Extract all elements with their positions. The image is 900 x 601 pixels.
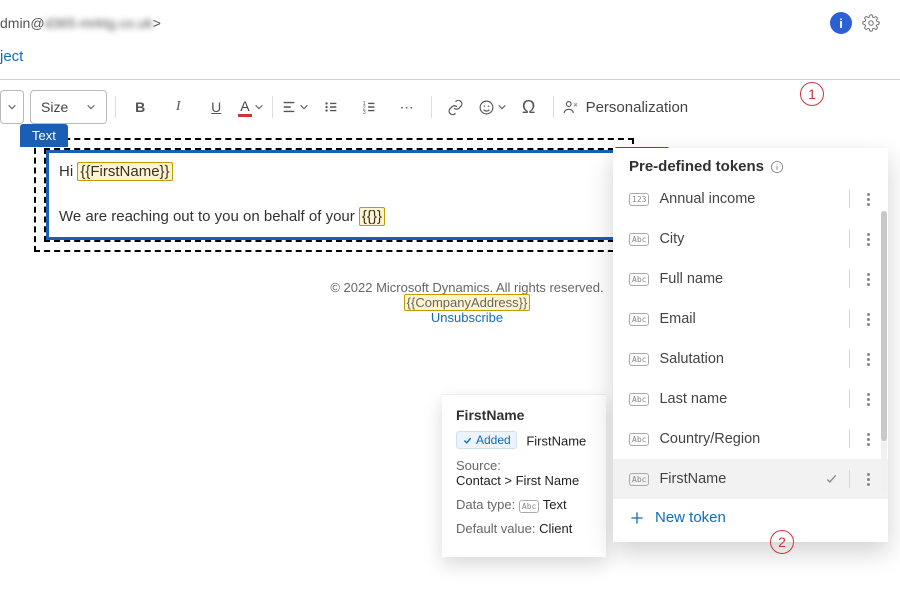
emoji-button[interactable] (478, 99, 507, 116)
gear-icon[interactable] (860, 12, 882, 34)
type-icon: 123 (629, 193, 649, 206)
font-family-select[interactable] (0, 90, 24, 124)
token-label: Salutation (659, 351, 839, 367)
link-button[interactable] (440, 91, 472, 123)
type-icon: Abc (629, 393, 649, 406)
token-label: FirstName (659, 471, 814, 487)
more-icon[interactable] (860, 353, 876, 366)
added-badge: Added (456, 431, 517, 449)
personalization-button[interactable]: Personalization (562, 98, 689, 116)
type-icon: Abc (629, 273, 649, 286)
token-item[interactable]: Abc City (613, 219, 888, 259)
token-label: Full name (659, 271, 839, 287)
subject-field[interactable]: ject (0, 44, 900, 79)
symbol-button[interactable]: Ω (513, 91, 545, 123)
italic-button[interactable]: I (162, 91, 194, 123)
token-detail-card: FirstName Added FirstName Source:Contact… (442, 394, 606, 557)
number-list-button[interactable]: 123 (353, 91, 385, 123)
type-icon: Abc (629, 313, 649, 326)
unsubscribe-link[interactable]: Unsubscribe (431, 310, 503, 325)
svg-text:3: 3 (362, 110, 365, 115)
token-item[interactable]: Abc Last name (613, 379, 888, 419)
type-icon: Abc (629, 233, 649, 246)
more-icon[interactable] (860, 473, 876, 486)
token-label: City (659, 231, 839, 247)
rich-text-toolbar: Size B I U A 123 ⋯ Ω Personalization (0, 80, 900, 134)
tokens-panel-title: Pre-defined tokens (629, 158, 888, 175)
token-label: Email (659, 311, 839, 327)
empty-token[interactable]: {{}} (359, 207, 385, 226)
token-item[interactable]: Abc Full name (613, 259, 888, 299)
more-format-button[interactable]: ⋯ (391, 91, 423, 123)
tokens-list[interactable]: 123 Annual income Abc City Abc Full name Abc Em… (613, 179, 888, 499)
font-size-select[interactable]: Size (30, 90, 107, 124)
underline-button[interactable]: U (200, 91, 232, 123)
email-body[interactable]: Hi {{FirstName}} We are reaching out to … (46, 150, 622, 240)
more-icon[interactable] (860, 313, 876, 326)
text-block-selection[interactable]: Hi {{FirstName}} We are reaching out to … (44, 148, 624, 242)
token-item[interactable]: Abc Email (613, 299, 888, 339)
bullet-list-button[interactable] (315, 91, 347, 123)
header-bar: dmin@d365-mrktg.co.uk> i (0, 0, 900, 44)
token-item[interactable]: Abc Country/Region (613, 419, 888, 459)
type-icon: Abc (629, 433, 649, 446)
info-icon[interactable]: i (830, 12, 852, 34)
more-icon[interactable] (860, 233, 876, 246)
token-item[interactable]: Abc FirstName (613, 459, 888, 499)
align-button[interactable] (281, 99, 309, 115)
from-address: dmin@d365-mrktg.co.uk> (0, 15, 822, 31)
more-icon[interactable] (860, 433, 876, 446)
callout-1: 1 (800, 82, 824, 106)
tokens-panel: Pre-defined tokens 123 Annual income Abc Ci… (613, 148, 888, 542)
scrollbar-thumb[interactable] (881, 211, 887, 441)
token-detail-title: FirstName (456, 407, 592, 423)
token-item[interactable]: Abc Salutation (613, 339, 888, 379)
company-address-token[interactable]: {{CompanyAddress}} (404, 294, 531, 311)
token-label: Last name (659, 391, 839, 407)
callout-2: 2 (770, 530, 794, 554)
outer-selection: Text Hi {{FirstName}} We are reaching ou… (34, 138, 634, 252)
type-icon: Abc (629, 473, 649, 486)
block-type-pill[interactable]: Text (20, 124, 68, 147)
token-label: Annual income (659, 191, 839, 207)
check-icon (824, 472, 839, 487)
more-icon[interactable] (860, 193, 876, 206)
firstname-token[interactable]: {{FirstName}} (77, 162, 172, 181)
type-icon: Abc (629, 353, 649, 366)
new-token-button[interactable]: New token (613, 499, 888, 536)
more-icon[interactable] (860, 393, 876, 406)
font-color-button[interactable]: A (238, 98, 263, 117)
token-label: Country/Region (659, 431, 839, 447)
token-item[interactable]: 123 Annual income (613, 179, 888, 219)
bold-button[interactable]: B (124, 91, 156, 123)
more-icon[interactable] (860, 273, 876, 286)
